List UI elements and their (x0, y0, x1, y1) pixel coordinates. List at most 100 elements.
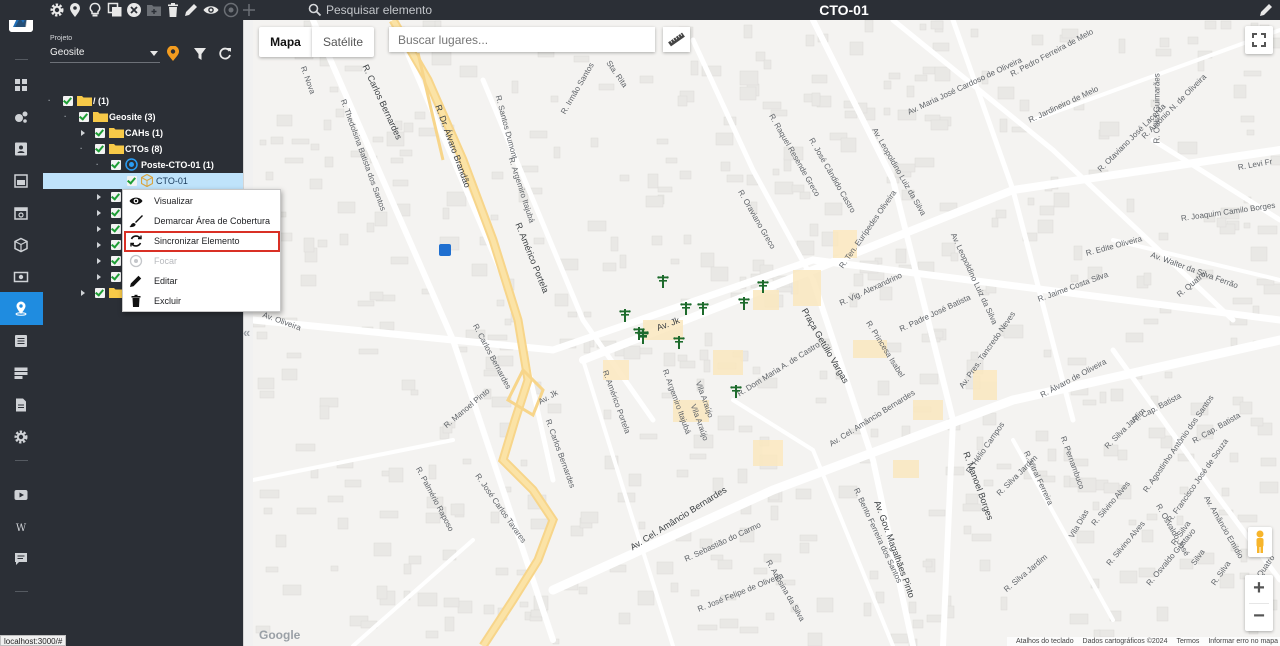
report-error-link[interactable]: Informar erro no mapa (1208, 638, 1278, 645)
refresh-icon[interactable] (218, 47, 232, 61)
expand-arrow-icon[interactable] (81, 130, 85, 136)
map-type-map-button[interactable]: Mapa (259, 27, 312, 57)
tree-node-poste[interactable]: · Poste-CTO-01 (1) (43, 157, 243, 173)
tree-dot: · (64, 112, 67, 121)
zoom-in-button[interactable]: + (1245, 575, 1273, 603)
poste-marker-icon[interactable] (657, 274, 669, 288)
checkbox-checked[interactable] (95, 128, 105, 138)
checkbox-checked[interactable] (111, 256, 121, 266)
chat-icon[interactable] (13, 551, 29, 567)
zoom-out-button[interactable]: − (1245, 603, 1273, 631)
status-bar-url: localhost:3000/# (0, 635, 67, 646)
filter-icon[interactable] (193, 47, 207, 61)
tree-node-root[interactable]: · / (1) (43, 93, 243, 109)
checkbox-checked[interactable] (111, 224, 121, 234)
checkbox-checked[interactable] (95, 144, 105, 154)
eye-icon (129, 197, 143, 205)
checkbox-checked[interactable] (95, 288, 105, 298)
tree-node-geosite[interactable]: · Geosite (3) (43, 109, 243, 125)
lightbulb-icon[interactable] (87, 2, 103, 18)
target-icon[interactable] (223, 2, 239, 18)
tree-node-cahs[interactable]: CAHs (1) (43, 125, 243, 141)
settings-icon[interactable] (13, 429, 29, 445)
checkbox-checked[interactable] (63, 96, 73, 106)
collapse-panel-icon[interactable]: « (243, 325, 250, 340)
checkbox-checked[interactable] (111, 240, 121, 250)
board-icon[interactable] (13, 173, 29, 189)
poste-marker-icon[interactable] (680, 301, 692, 315)
wiki-icon[interactable]: W (13, 519, 29, 535)
menu-item-demarcar-area[interactable]: Demarcar Área de Cobertura (123, 211, 280, 231)
places-search[interactable] (389, 27, 655, 52)
zoom-control: + − (1245, 575, 1273, 631)
network-icon[interactable] (13, 109, 29, 125)
map-view[interactable]: R. Carlos Bernardes R. Dr. Álvaro Brandão… (253, 20, 1280, 646)
calendar-icon[interactable] (13, 205, 29, 221)
plus-icon[interactable] (241, 2, 257, 18)
street-label: R. Otília Guimarães (1152, 73, 1162, 144)
expand-arrow-icon[interactable] (97, 210, 101, 216)
tree-node-label: CTOs (8) (125, 144, 163, 154)
tree-node-label: Poste-CTO-01 (1) (141, 160, 214, 170)
gear-icon[interactable] (49, 2, 65, 18)
fullscreen-icon[interactable] (1245, 26, 1273, 54)
poste-marker-icon[interactable] (757, 279, 769, 293)
tree-node-ctos[interactable]: · CTOs (8) (43, 141, 243, 157)
expand-arrow-icon[interactable] (81, 290, 85, 296)
checkbox-checked[interactable] (111, 160, 121, 170)
contacts-icon[interactable] (13, 141, 29, 157)
map-type-satellite-button[interactable]: Satélite (312, 27, 374, 57)
menu-item-excluir[interactable]: Excluir (123, 291, 280, 311)
location-pin-icon[interactable] (166, 45, 180, 62)
video-icon[interactable] (13, 487, 29, 503)
ruler-icon[interactable] (663, 27, 690, 52)
poste-marker-icon[interactable] (637, 329, 649, 343)
keyboard-shortcuts-link[interactable]: Atalhos do teclado (1016, 638, 1074, 645)
tree-node-cto-01[interactable]: CTO-01 (43, 173, 243, 189)
checkbox-checked[interactable] (79, 112, 89, 122)
map-pin-icon[interactable] (67, 2, 83, 18)
terms-link[interactable]: Termos (1176, 638, 1199, 645)
trash-icon[interactable] (165, 2, 181, 18)
nav-separator (15, 59, 28, 60)
menu-item-visualizar[interactable]: Visualizar (123, 191, 280, 211)
poste-icon (125, 158, 138, 171)
expand-arrow-icon[interactable] (97, 274, 101, 280)
checkbox-checked[interactable] (127, 176, 137, 186)
poste-marker-icon[interactable] (673, 335, 685, 349)
element-search[interactable] (306, 1, 686, 19)
expand-arrow-icon[interactable] (97, 242, 101, 248)
dashboard-icon[interactable] (13, 77, 29, 93)
search-input[interactable] (326, 1, 666, 19)
poste-marker-icon[interactable] (619, 308, 631, 322)
tree-node-label: / (1) (93, 96, 110, 106)
money-icon[interactable] (13, 269, 29, 285)
copy-icon[interactable] (107, 2, 123, 18)
checkbox-checked[interactable] (111, 208, 121, 218)
expand-arrow-icon[interactable] (97, 194, 101, 200)
box-icon[interactable] (13, 237, 29, 253)
eye-icon[interactable] (203, 2, 219, 18)
pencil-icon[interactable] (183, 2, 199, 18)
expand-arrow-icon[interactable] (97, 258, 101, 264)
map-location-icon[interactable] (13, 300, 29, 316)
poste-marker-icon[interactable] (697, 301, 709, 315)
chevron-down-icon (150, 51, 158, 56)
poste-marker-icon[interactable] (738, 296, 750, 310)
close-circle-icon[interactable] (126, 2, 142, 18)
street-view-pegman-icon[interactable] (1248, 527, 1272, 557)
poste-marker-icon[interactable] (730, 384, 742, 398)
pencil-icon[interactable] (1258, 2, 1274, 18)
server-icon[interactable] (13, 365, 29, 381)
list-icon[interactable] (13, 333, 29, 349)
expand-arrow-icon[interactable] (97, 226, 101, 232)
folder-plus-icon[interactable] (146, 2, 162, 18)
document-icon[interactable] (13, 397, 29, 413)
checkbox-checked[interactable] (111, 272, 121, 282)
project-select[interactable]: Geosite (50, 47, 160, 63)
menu-item-label: Visualizar (154, 196, 193, 206)
top-toolbar: CTO-01 (0, 0, 1280, 20)
checkbox-checked[interactable] (111, 192, 121, 202)
menu-item-editar[interactable]: Editar (123, 271, 280, 291)
places-search-input[interactable] (389, 27, 639, 52)
